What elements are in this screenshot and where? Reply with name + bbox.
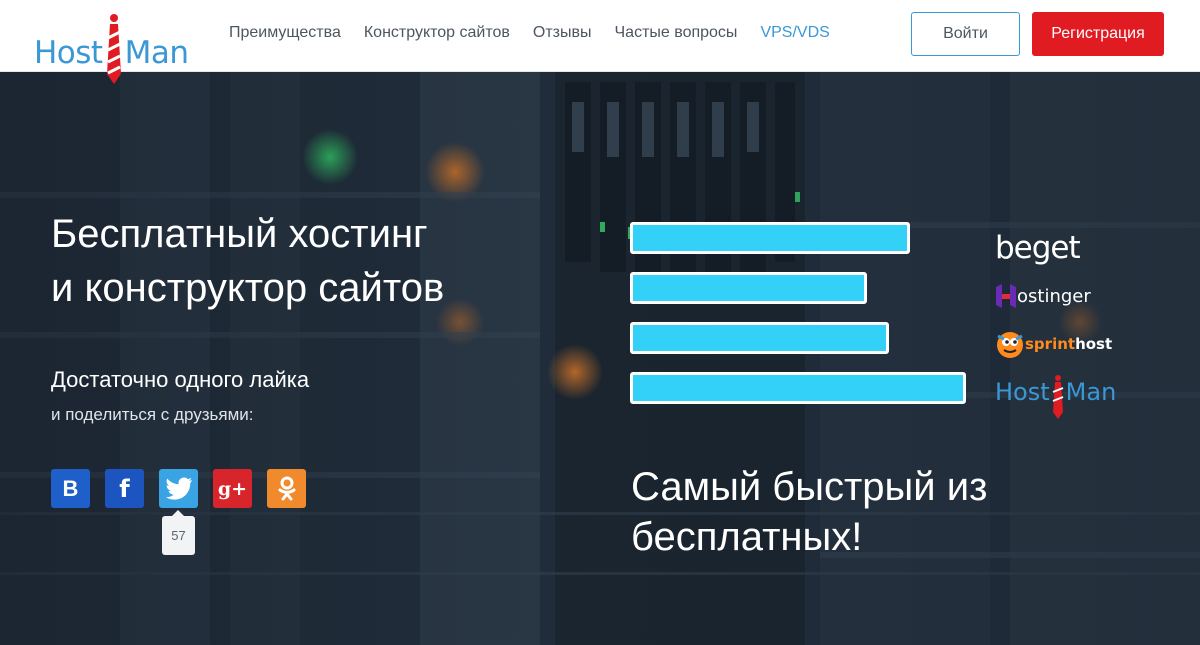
speed-bar-hostman (630, 372, 966, 404)
site-header: Host Man Преимущества Конструктор сайтов… (0, 0, 1200, 84)
main-nav: Преимущества Конструктор сайтов Отзывы Ч… (229, 22, 853, 44)
sprinthost-logo: sprint host (995, 320, 1145, 368)
social-share-buttons: В f g+ (51, 469, 321, 508)
speed-bar-hostinger (630, 272, 867, 304)
odnoklassniki-icon (278, 476, 295, 500)
login-button[interactable]: Войти (911, 12, 1020, 56)
hostman-provider-text-a: Host (995, 378, 1050, 406)
hero-tagline-line2: бесплатных! (631, 515, 863, 559)
hostinger-h-icon (996, 284, 1016, 308)
vk-icon: В (62, 475, 79, 501)
share-subtitle: и поделиться с друзьями: (51, 405, 254, 424)
vk-share-button[interactable]: В (51, 469, 90, 508)
hostman-logo[interactable]: Host Man (34, 14, 209, 86)
tie-icon (106, 14, 122, 92)
speed-bar-beget (630, 222, 910, 254)
register-button[interactable]: Регистрация (1032, 12, 1164, 56)
hero-tagline: Самый быстрый из бесплатных! (631, 462, 987, 562)
hostman-provider-text-b: Man (1065, 378, 1117, 406)
tie-icon (1052, 375, 1064, 419)
nav-faq[interactable]: Частые вопросы (615, 22, 738, 44)
facebook-icon: f (119, 474, 130, 503)
nav-vps-vds[interactable]: VPS/VDS (760, 22, 829, 44)
speed-comparison-bars (630, 222, 966, 422)
twitter-share-count: 57 (162, 510, 195, 555)
beget-logo-text: beget (995, 230, 1081, 266)
logo-text-man: Man (124, 35, 189, 71)
hero-title-line1: Бесплатный хостинг (51, 212, 428, 256)
hostman-provider-logo: Host Man (995, 368, 1145, 419)
odnoklassniki-share-button[interactable] (267, 469, 306, 508)
google-plus-share-button[interactable]: g+ (213, 469, 252, 508)
facebook-share-button[interactable]: f (105, 469, 144, 508)
sprinthost-logo-text-b: host (1075, 335, 1113, 353)
share-title: Достаточно одного лайка (51, 367, 310, 392)
twitter-bird-icon (165, 477, 192, 500)
twitter-share-button[interactable] (159, 469, 198, 508)
provider-logos: beget ostinger sprint host Host Man (995, 224, 1145, 419)
hero-tagline-line1: Самый быстрый из (631, 465, 988, 509)
beget-logo: beget (995, 224, 1145, 272)
hostinger-logo-text: ostinger (1017, 285, 1091, 307)
hero-title: Бесплатный хостинг и конструктор сайтов (51, 207, 444, 315)
speed-bar-sprinthost (630, 322, 889, 354)
sprinthost-mascot-icon (997, 332, 1023, 358)
logo-text-host: Host (34, 35, 103, 71)
hero-title-line2: и конструктор сайтов (51, 266, 445, 310)
google-plus-icon: g+ (217, 477, 248, 500)
nav-site-builder[interactable]: Конструктор сайтов (364, 22, 510, 44)
sprinthost-logo-text-a: sprint (1025, 335, 1076, 353)
hostinger-logo: ostinger (995, 272, 1145, 320)
nav-advantages[interactable]: Преимущества (229, 22, 341, 44)
nav-reviews[interactable]: Отзывы (533, 22, 592, 44)
